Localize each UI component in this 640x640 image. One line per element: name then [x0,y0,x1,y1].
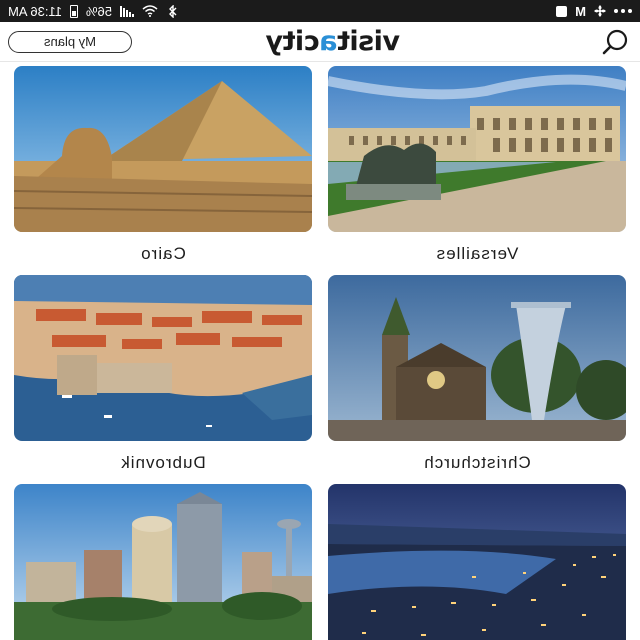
city-grid: Versailles Cairo Christchurch Dubrovnik [0,62,640,640]
city-card-6[interactable] [14,484,312,640]
city-card-versailles[interactable]: Versailles [328,66,626,264]
city-photo [14,484,312,640]
city-name: Christchurch [423,453,531,472]
city-photo [328,66,626,232]
city-photo [328,484,626,640]
bluetooth-icon [166,4,178,19]
logo-suffix: city [265,26,320,57]
network-label: M [575,3,586,19]
city-card-cairo[interactable]: Cairo [14,66,312,264]
app-logo[interactable]: visitacity [266,26,400,58]
city-photo [14,275,312,441]
logo-accent: a [319,26,338,57]
more-icon [614,9,632,13]
battery-percent: 56% [85,3,112,19]
city-card-5[interactable] [328,484,626,640]
city-photo [14,66,312,232]
fan-icon [594,5,606,17]
logo-prefix: visit [337,26,400,57]
city-photo [328,275,626,441]
status-bar: M 56% 11:36 AM [0,0,640,22]
clock: 11:36 AM [8,3,62,19]
my-plans-button[interactable]: My plans [8,31,132,53]
city-name: Versailles [435,244,519,263]
city-card-christchurch[interactable]: Christchurch [328,275,626,473]
search-button[interactable] [600,28,630,56]
city-name: Cairo [140,244,186,263]
city-card-dubrovnik[interactable]: Dubrovnik [14,275,312,473]
signal-icon [120,5,134,17]
city-name: Dubrovnik [120,453,206,472]
battery-icon [69,4,78,18]
app-header: visitacity My plans [0,22,640,62]
wifi-icon [142,5,158,17]
search-icon [602,29,628,55]
photo-icon [556,5,568,17]
